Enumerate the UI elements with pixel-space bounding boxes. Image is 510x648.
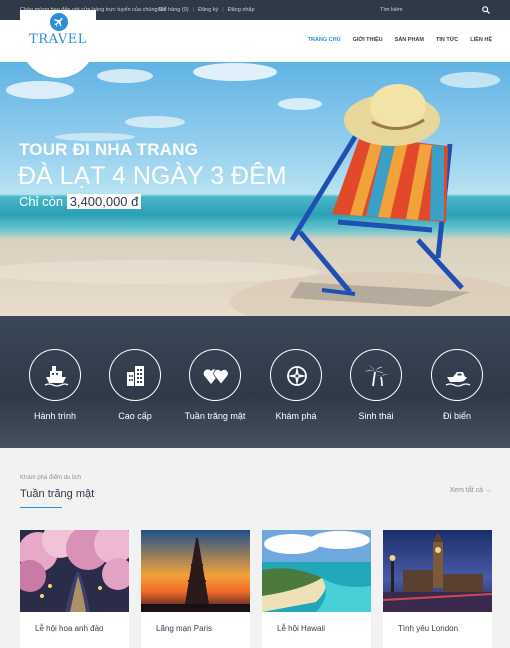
- speedboat-icon: [431, 349, 483, 401]
- ship-icon: [29, 349, 81, 401]
- cart-link[interactable]: Giỏ hàng (0): [158, 7, 189, 13]
- feature-item-premium[interactable]: Cao cấp: [95, 349, 175, 421]
- account-links: Giỏ hàng (0) | Đăng ký | Đăng nhập: [158, 7, 255, 13]
- tour-card[interactable]: Lễ hội Hawaii: [262, 530, 371, 648]
- card-image: [262, 530, 371, 612]
- view-all-link[interactable]: Xem tất cả →: [450, 487, 492, 494]
- view-all-label: Xem tất cả: [449, 487, 484, 494]
- feature-item-cruise[interactable]: Hành trình: [15, 349, 95, 421]
- menu-item-products[interactable]: SẢN PHẨM: [395, 37, 424, 43]
- search-box: [380, 4, 496, 16]
- feature-label: Cao cấp: [118, 411, 152, 421]
- hero-title-line2: ĐÀ LẠT 4 NGÀY 3 ĐÊM: [18, 162, 287, 190]
- card-image: [383, 530, 492, 612]
- card-image: [141, 530, 250, 612]
- hero-title-line1: TOUR ĐI NHA TRANG: [19, 140, 199, 159]
- card-title: Lễ hội hoa anh đào: [35, 624, 104, 633]
- arrow-right-icon: →: [485, 487, 492, 494]
- feature-item-explore[interactable]: Khám phá: [256, 349, 336, 421]
- feature-item-eco[interactable]: Sinh thái: [336, 349, 416, 421]
- menu-item-contact[interactable]: LIÊN HỆ: [470, 37, 492, 43]
- search-input[interactable]: [380, 4, 480, 16]
- palm-trees-icon: [350, 349, 402, 401]
- divider: |: [192, 7, 195, 13]
- register-link[interactable]: Đăng ký: [198, 7, 218, 13]
- tour-card[interactable]: Tình yêu London: [383, 530, 492, 648]
- login-link[interactable]: Đăng nhập: [228, 7, 255, 13]
- hero-price-line: Chỉ còn 3,400,000 đ: [19, 194, 142, 209]
- feature-categories: Hành trình Cao cấp Tuần trăng mật Khám p…: [0, 316, 510, 448]
- feature-label: Hành trình: [33, 411, 77, 421]
- feature-item-beach[interactable]: Đi biển: [417, 349, 497, 421]
- compass-icon: [270, 349, 322, 401]
- hearts-icon: [189, 349, 241, 401]
- tour-card[interactable]: Lãng mạn Paris: [141, 530, 250, 648]
- card-title: Lãng mạn Paris: [156, 624, 213, 633]
- card-image: [20, 530, 129, 612]
- title-underline: [20, 507, 62, 508]
- section-title: Tuần trăng mật: [20, 488, 95, 500]
- feature-label: Tuần trăng mật: [184, 411, 246, 421]
- menu-item-about[interactable]: GIỚI THIỆU: [353, 37, 383, 43]
- feature-label: Khám phá: [275, 411, 317, 421]
- logo-text: TRAVEL: [29, 32, 87, 47]
- feature-item-honeymoon[interactable]: Tuần trăng mật: [175, 349, 255, 421]
- card-title: Lễ hội Hawaii: [277, 624, 326, 633]
- price-prefix: Chỉ còn: [19, 194, 64, 209]
- tour-card[interactable]: Lễ hội hoa anh đào: [20, 530, 129, 648]
- feature-label: Đi biển: [442, 411, 471, 421]
- buildings-icon: [109, 349, 161, 401]
- airplane-icon: [50, 13, 68, 31]
- search-icon[interactable]: [482, 6, 490, 14]
- card-title: Tình yêu London: [398, 624, 459, 633]
- honeymoon-section: Khám phá điểm du lịch Tuần trăng mật Xem…: [0, 448, 510, 648]
- menu-item-news[interactable]: TIN TỨC: [436, 37, 458, 43]
- divider: |: [222, 7, 224, 13]
- main-menu: TRANG CHỦ GIỚI THIỆU SẢN PHẨM TIN TỨC LI…: [308, 37, 492, 43]
- section-kicker: Khám phá điểm du lịch: [20, 475, 82, 481]
- feature-label: Sinh thái: [358, 411, 394, 421]
- hero-banner: TOUR ĐI NHA TRANG ĐÀ LẠT 4 NGÀY 3 ĐÊM Ch…: [0, 62, 510, 316]
- menu-item-home[interactable]: TRANG CHỦ: [308, 37, 341, 43]
- hero-price: 3,400,000 đ: [66, 194, 142, 209]
